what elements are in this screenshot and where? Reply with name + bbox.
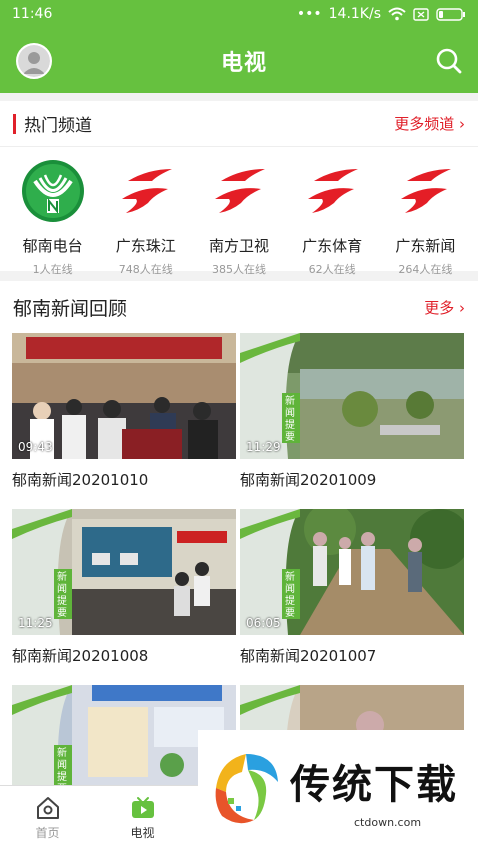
app-bar: 电视 [0,28,478,93]
video-title: 郁南新闻20201010 [12,471,149,489]
video-duration: 11:29 [246,440,281,454]
user-icon [18,44,50,77]
news-review-header: 郁南新闻回顾 更多 › [0,281,478,333]
video-card[interactable]: 新闻提要 06:05 郁南新闻20201007 [240,509,464,666]
yunan-logo-icon [21,159,85,223]
more-channels-link[interactable]: 更多频道 › [394,113,465,134]
wifi-icon [388,7,406,21]
top-bar: 11:46 ••• 14.1K/s 电视 [0,0,478,93]
gdtv-logo-icon [207,159,271,223]
hot-channels-title: 热门频道 [13,111,92,136]
gdtv-logo-icon [300,159,364,223]
sim-off-icon [413,7,429,21]
video-thumbnail: 新闻提要 11:29 [240,333,464,459]
channel-name: 广东珠江 [115,237,176,255]
channel-item-southern-tv[interactable]: 南方卫视 385人在线 [194,159,284,277]
channel-item-gd-sports[interactable]: 广东体育 62人在线 [287,159,377,277]
status-time: 11:46 [12,6,53,22]
video-card[interactable]: 新闻提要 11:29 郁南新闻20201009 [240,333,464,490]
channel-online-count: 748人在线 [118,263,173,276]
video-card[interactable]: 新闻提要 11:25 郁南新闻20201008 [12,509,236,666]
channel-name: 广东体育 [302,237,363,255]
video-duration: 11:25 [18,616,53,630]
watermark-url: ctdown.com [354,816,422,829]
video-title: 郁南新闻20201007 [240,647,377,665]
channel-item-yunan-radio[interactable]: 郁南电台 1人在线 [8,159,98,277]
search-icon[interactable] [436,48,462,74]
status-dots: ••• [296,6,322,22]
channel-list: 郁南电台 1人在线 广东珠江 748人在线 南方卫视 385人在线 广东体育 6… [0,159,478,277]
video-card[interactable]: 09:43 郁南新闻20201010 [12,333,236,490]
watermark-text: 传统下载 [290,762,458,808]
channel-item-gd-zhujiang[interactable]: 广东珠江 748人在线 [101,159,191,277]
watermark: 传统下载 ctdown.com [198,730,478,850]
video-thumbnail: 新闻提要 11:25 [12,509,236,635]
video-duration: 09:43 [18,440,53,454]
video-thumbnail: 09:43 [12,333,236,459]
network-speed: 14.1K/s [328,6,381,22]
channel-online-count: 385人在线 [211,263,266,276]
video-title: 郁南新闻20201008 [12,647,149,665]
channel-name: 南方卫视 [208,237,269,255]
title-accent-bar [13,113,16,134]
news-banner: 新闻提要 [285,572,295,619]
gdtv-logo-icon [393,159,457,223]
tv-icon [131,796,154,818]
news-review-section: 郁南新闻回顾 更多 › 09:43 郁南新闻20201010 新闻提要 11:2… [0,281,478,785]
tab-home[interactable]: 首页 [0,786,95,850]
channel-name: 郁南电台 [22,237,83,255]
news-banner: 新闻提要 [57,572,67,619]
channel-online-count: 264人在线 [398,263,453,276]
page-title: 电视 [220,50,267,76]
tab-tv-label: 电视 [130,825,155,840]
video-duration: 06:05 [246,616,281,630]
more-news-link[interactable]: 更多 › [424,297,465,318]
tab-tv[interactable]: 电视 [95,786,190,850]
hot-channels-header: 热门频道 更多频道 › [0,101,478,147]
home-icon [36,796,59,819]
watermark-logo-icon [215,754,278,824]
status-indicators: ••• 14.1K/s [297,6,466,22]
hot-channels-section: 热门频道 更多频道 › 郁南电台 1人在线 广东珠江 748人在线 南方卫视 3… [0,101,478,276]
channel-name: 广东新闻 [395,237,456,255]
battery-icon [436,7,465,21]
news-review-title: 郁南新闻回顾 [13,297,128,320]
video-thumbnail: 新闻提要 06:05 [240,509,464,635]
channel-item-gd-news[interactable]: 广东新闻 264人在线 [380,159,470,277]
channel-online-count: 62人在线 [308,263,356,276]
hot-channels-title-text: 热门频道 [24,116,92,136]
news-banner: 新闻提要 [285,396,295,443]
avatar[interactable] [16,42,52,79]
channel-online-count: 1人在线 [32,263,73,276]
gdtv-logo-icon [114,159,178,223]
video-title: 郁南新闻20201009 [240,471,377,489]
news-banner: 新闻提要 [57,748,67,785]
status-bar: 11:46 ••• 14.1K/s [0,0,478,28]
tab-home-label: 首页 [35,825,60,840]
